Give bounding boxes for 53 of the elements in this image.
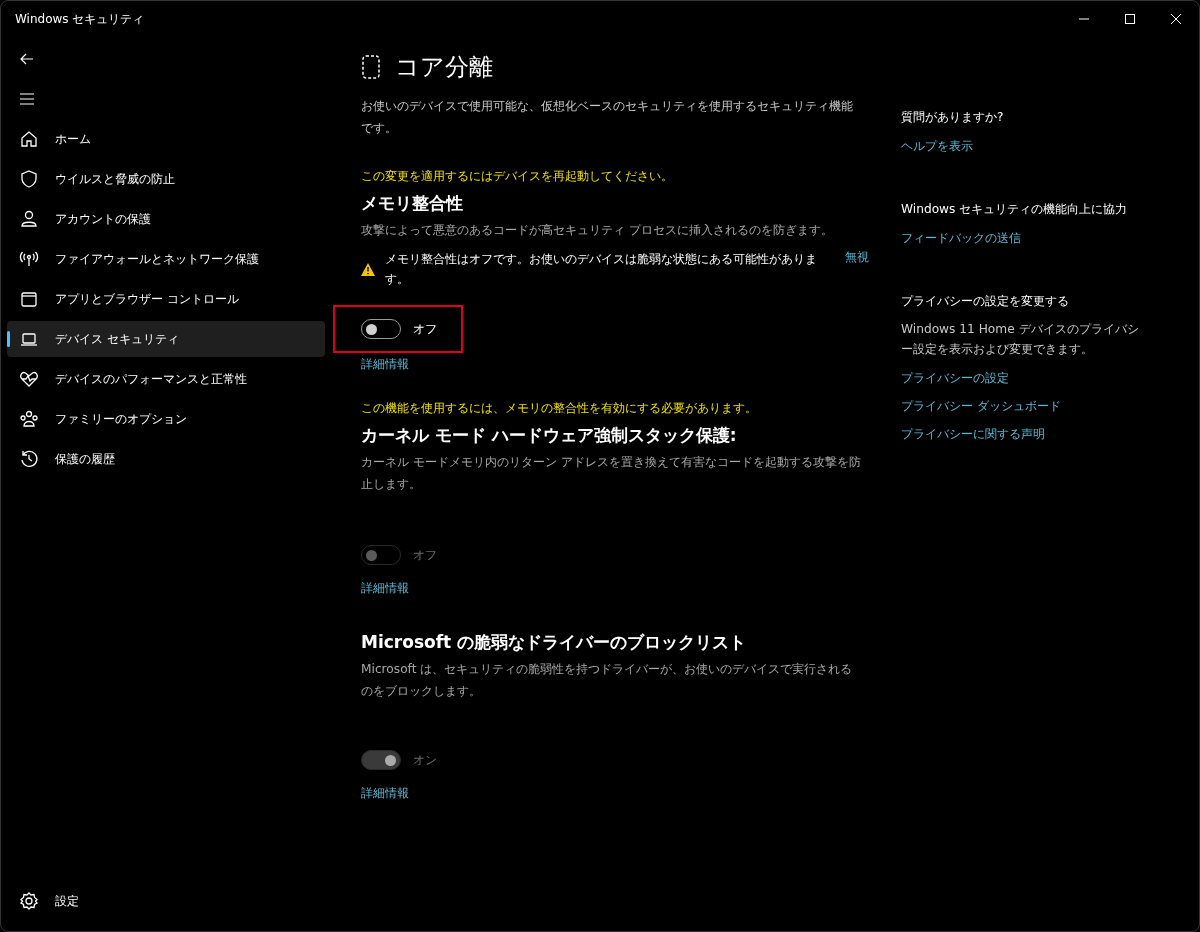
toggle-label: オン [413, 751, 437, 769]
chip-icon [361, 54, 381, 80]
antenna-icon [19, 249, 39, 269]
sidebar-item[interactable]: デバイスのパフォーマンスと正常性 [7, 361, 325, 397]
toggle-label: オフ [413, 320, 437, 338]
history-icon [19, 449, 39, 469]
family-icon [19, 409, 39, 429]
warning-icon [361, 262, 375, 276]
details-link[interactable]: 詳細情報 [361, 786, 409, 800]
sidebar-item[interactable]: ファミリーのオプション [7, 401, 325, 437]
sidebar-item[interactable]: アカウントの保護 [7, 201, 325, 237]
window-icon [19, 289, 39, 309]
home-icon [19, 129, 39, 149]
settings-icon [19, 891, 39, 911]
aside-link[interactable]: プライバシーに関する声明 [901, 427, 1045, 441]
sidebar-item[interactable]: 保護の履歴 [7, 441, 325, 477]
warning-text: メモリ整合性はオフです。お使いのデバイスは脆弱な状態にある可能性があります。 [385, 251, 818, 288]
close-icon [1171, 14, 1181, 24]
maximize-icon [1125, 14, 1135, 24]
menu-icon [19, 92, 35, 106]
back-arrow-icon [19, 51, 35, 67]
section-heading: Microsoft の脆弱なドライバーのブロックリスト [361, 631, 748, 654]
section-heading: メモリ整合性 [361, 192, 464, 215]
page-title: コア分離 [395, 52, 493, 83]
section-heading: カーネル モード ハードウェア強制スタック保護: [361, 424, 738, 447]
heart-pulse-icon [19, 369, 39, 389]
toggle-label: オフ [413, 546, 437, 564]
sidebar-item[interactable]: ウイルスと脅威の防止 [7, 161, 325, 197]
aside-text: Windows 11 Home デバイスのプライバシー設定を表示および変更できます。 [901, 321, 1140, 358]
section-description: 攻撃によって悪意のあるコードが高セキュリティ プロセスに挿入されるのを防ぎます。 [361, 222, 834, 239]
aside-heading: プライバシーの設定を変更する [901, 293, 1070, 310]
aside-link[interactable]: ヘルプを表示 [901, 139, 973, 153]
person-icon [19, 209, 39, 229]
sidebar-item[interactable]: ホーム [7, 121, 325, 157]
section-description: カーネル モードメモリ内のリターン アドレスを置き換えて有害なコードを起動する攻撃を防止します。 [361, 454, 861, 493]
sidebar-item[interactable]: デバイス セキュリティ [7, 321, 325, 357]
sidebar-item[interactable]: アプリとブラウザー コントロール [7, 281, 325, 317]
details-link[interactable]: 詳細情報 [361, 581, 409, 595]
restart-notice: この変更を適用するにはデバイスを再起動してください。 [361, 169, 674, 184]
window-title: Windows セキュリティ [15, 10, 146, 28]
sidebar-item[interactable]: ファイアウォールとネットワーク保護 [7, 241, 325, 277]
settings-item[interactable]: 設定 [7, 883, 325, 919]
page-description: お使いのデバイスで使用可能な、仮想化ベースのセキュリティを使用するセキュリティ機能です。 [361, 98, 854, 137]
dismiss-link[interactable]: 無視 [845, 249, 869, 266]
details-link[interactable]: 詳細情報 [361, 357, 409, 371]
aside-heading: Windows セキュリティの機能向上に協力 [901, 201, 1129, 218]
aside-link[interactable]: プライバシー ダッシュボード [901, 399, 1061, 413]
aside-heading: 質問がありますか? [901, 109, 1005, 126]
aside-link[interactable]: フィードバックの送信 [901, 231, 1021, 245]
aside-link[interactable]: プライバシーの設定 [901, 371, 1009, 385]
shield-icon [19, 169, 39, 189]
restart-notice: この機能を使用するには、メモリの整合性を有効にする必要があります。 [361, 401, 758, 416]
section-description: Microsoft は、セキュリティの脆弱性を持つドライバーが、お使いのデバイスで実行されるのをブロックします。 [361, 661, 854, 700]
